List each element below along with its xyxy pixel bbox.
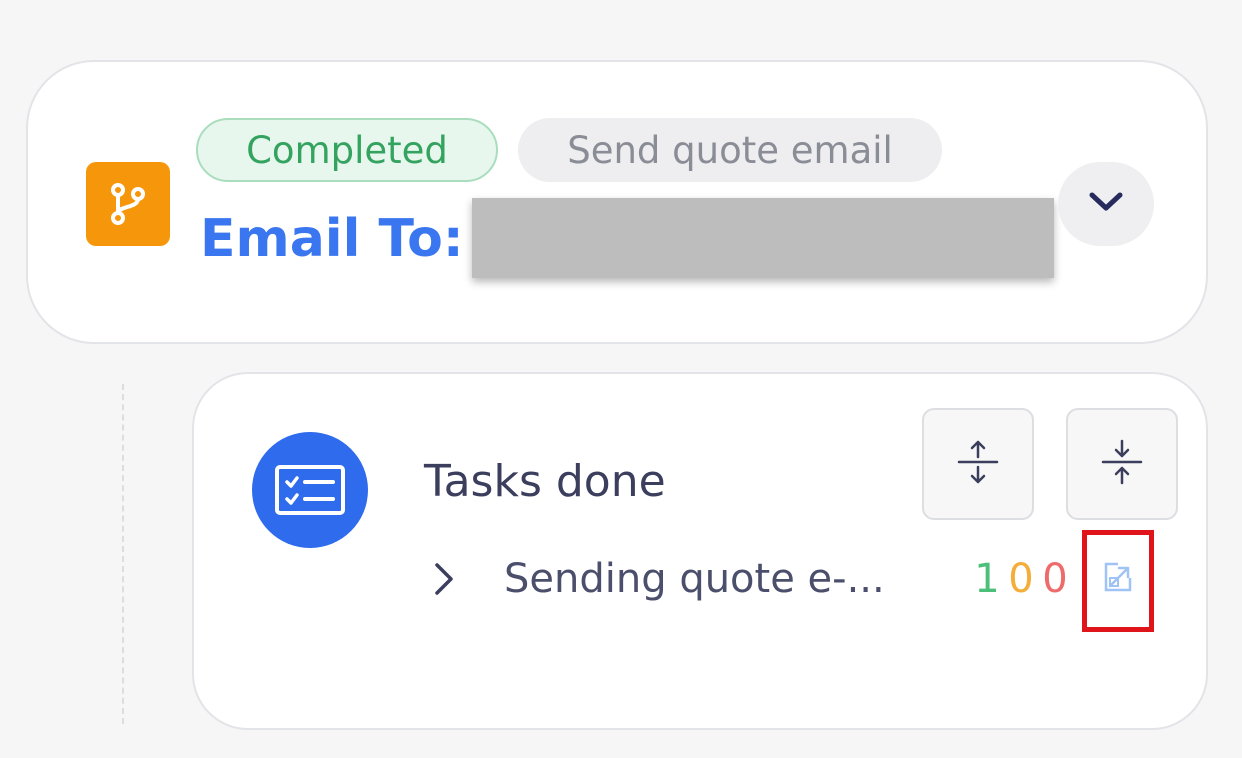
warning-count: 0 bbox=[1008, 556, 1034, 602]
open-task-link[interactable] bbox=[1100, 560, 1136, 598]
collapse-all-button[interactable] bbox=[1066, 408, 1178, 520]
step-name-badge: Send quote email bbox=[518, 118, 942, 182]
tasks-card: Tasks done Sending quote e-... 1 0 0 bbox=[192, 372, 1208, 730]
workflow-run-view: Completed Send quote email Email To: Tas… bbox=[0, 0, 1242, 758]
step-connector-line bbox=[122, 384, 124, 724]
chevron-down-icon bbox=[1089, 191, 1123, 217]
expand-all-button[interactable] bbox=[922, 408, 1034, 520]
branch-icon bbox=[86, 162, 170, 246]
step-name-label: Send quote email bbox=[567, 128, 893, 172]
expand-step-button[interactable] bbox=[1058, 162, 1154, 246]
email-step-card[interactable]: Completed Send quote email Email To: bbox=[26, 60, 1208, 344]
status-badge: Completed bbox=[196, 118, 498, 182]
error-count: 0 bbox=[1042, 556, 1068, 602]
chevron-right-icon[interactable] bbox=[424, 552, 464, 606]
task-row[interactable]: Sending quote e-... bbox=[424, 552, 885, 606]
success-count: 1 bbox=[974, 556, 1000, 602]
redacted-email-address bbox=[472, 198, 1054, 278]
collapse-vertical-icon bbox=[1099, 437, 1145, 491]
status-badge-label: Completed bbox=[246, 128, 448, 172]
tasks-card-title: Tasks done bbox=[424, 456, 666, 507]
expand-vertical-icon bbox=[955, 437, 1001, 491]
task-counts: 1 0 0 bbox=[970, 552, 1072, 606]
open-external-icon bbox=[1102, 560, 1134, 598]
task-name: Sending quote e-... bbox=[504, 556, 885, 602]
email-to-label: Email To: bbox=[200, 209, 464, 269]
checklist-icon bbox=[252, 432, 368, 548]
